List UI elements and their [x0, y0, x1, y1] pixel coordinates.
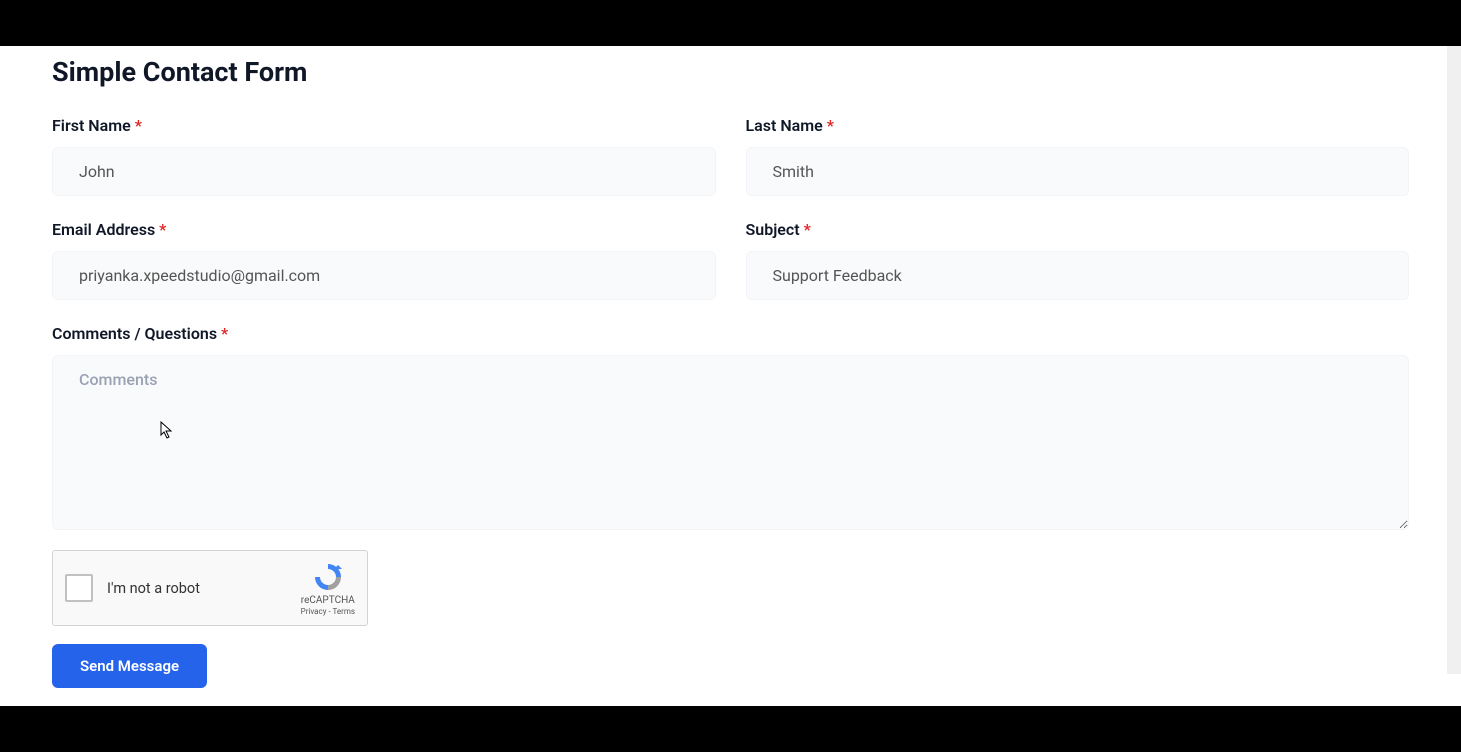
recaptcha-label: I'm not a robot [107, 580, 301, 597]
send-message-button[interactable]: Send Message [52, 644, 207, 688]
subject-group: Subject * [746, 220, 1410, 300]
recaptcha-terms-link[interactable]: Terms [333, 607, 355, 616]
recaptcha-brand-name: reCAPTCHA [301, 595, 355, 606]
required-mark: * [159, 220, 166, 239]
recaptcha-checkbox[interactable] [65, 574, 93, 602]
first-name-label: First Name * [52, 116, 716, 135]
subject-label-text: Subject [746, 220, 800, 239]
email-label-text: Email Address [52, 220, 155, 239]
required-mark: * [135, 116, 142, 135]
comments-textarea[interactable] [52, 355, 1409, 530]
first-name-input[interactable] [52, 147, 716, 196]
email-group: Email Address * [52, 220, 716, 300]
scrollbar[interactable] [1447, 46, 1461, 674]
recaptcha-branding: reCAPTCHA Privacy - Terms [301, 561, 355, 616]
first-name-group: First Name * [52, 116, 716, 196]
comments-group: Comments / Questions * [52, 324, 1409, 534]
first-name-label-text: First Name [52, 116, 131, 135]
last-name-label: Last Name * [746, 116, 1410, 135]
form-row-name: First Name * Last Name * [52, 116, 1409, 196]
required-mark: * [827, 116, 834, 135]
contact-form-page: Simple Contact Form First Name * Last Na… [0, 46, 1461, 706]
email-label: Email Address * [52, 220, 716, 239]
comments-label: Comments / Questions * [52, 324, 1409, 343]
form-row-contact: Email Address * Subject * [52, 220, 1409, 300]
recaptcha-legal-links: Privacy - Terms [301, 607, 355, 616]
required-mark: * [221, 324, 228, 343]
last-name-group: Last Name * [746, 116, 1410, 196]
submit-row: Send Message [52, 644, 1409, 688]
recaptcha-widget: I'm not a robot reCAPTCHA Privacy - Term… [52, 550, 368, 626]
email-input[interactable] [52, 251, 716, 300]
last-name-input[interactable] [746, 147, 1410, 196]
subject-label: Subject * [746, 220, 1410, 239]
subject-input[interactable] [746, 251, 1410, 300]
comments-label-text: Comments / Questions [52, 324, 217, 343]
recaptcha-icon [312, 561, 344, 593]
last-name-label-text: Last Name [746, 116, 823, 135]
recaptcha-privacy-link[interactable]: Privacy [301, 607, 327, 616]
page-title: Simple Contact Form [52, 56, 1409, 88]
required-mark: * [804, 220, 811, 239]
